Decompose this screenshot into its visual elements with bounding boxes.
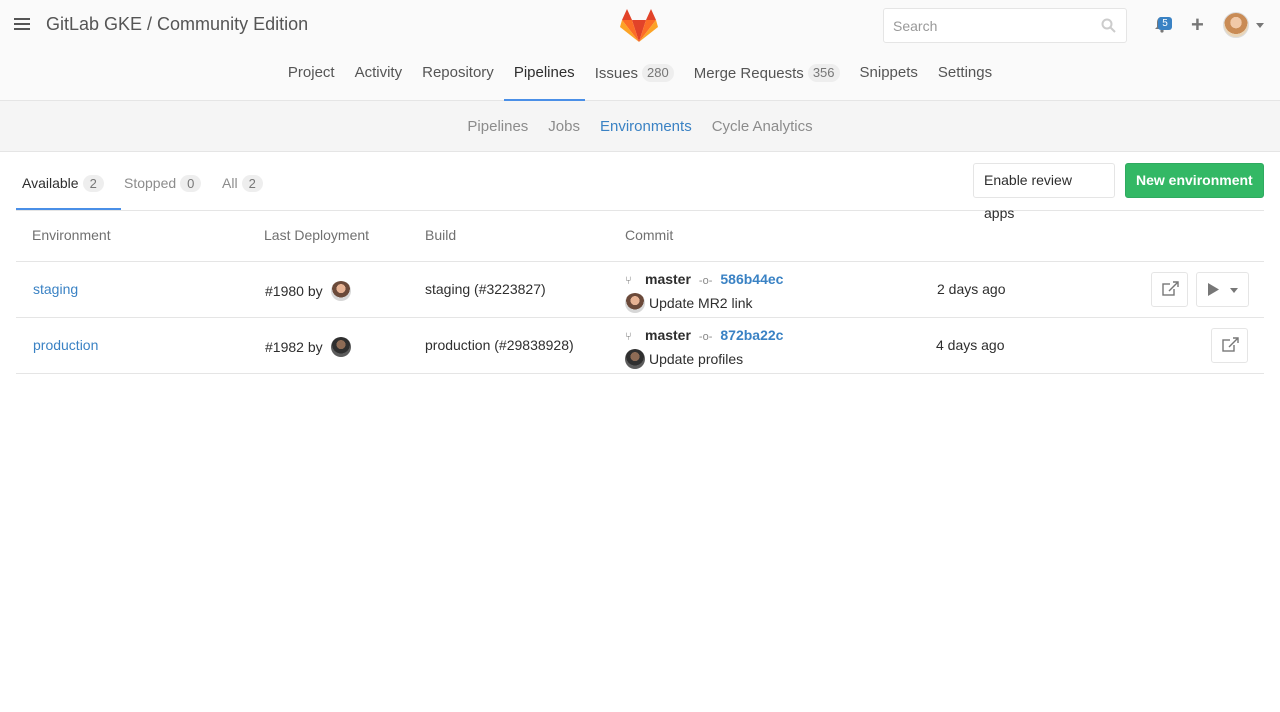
table-header: Environment Last Deployment Build Commit	[16, 211, 1264, 262]
commit-message[interactable]: Update profiles	[649, 351, 743, 367]
nav-repository[interactable]: Repository	[412, 54, 504, 101]
build-link[interactable]: production (#29838928)	[425, 337, 574, 353]
deployment-id: #1982	[265, 339, 304, 355]
user-avatar[interactable]	[1223, 12, 1249, 38]
nav-label: Snippets	[859, 64, 918, 81]
tab-label: Available	[22, 175, 79, 191]
commit-sha-link[interactable]: 586b44ec	[720, 271, 783, 287]
commit-message[interactable]: Update MR2 link	[649, 295, 753, 311]
nav-project[interactable]: Project	[278, 54, 345, 101]
deployer-avatar[interactable]	[330, 281, 351, 301]
branch-name[interactable]: master	[645, 327, 691, 343]
tab-count-badge: 0	[180, 175, 202, 192]
nav-label: Merge Requests	[693, 65, 804, 82]
deployment-by-label: by	[307, 339, 323, 355]
table-row: staging #1980 by staging (#3223827) ⑂ mas…	[16, 262, 1264, 318]
open-live-environment-button[interactable]	[1211, 328, 1248, 363]
search-input[interactable]	[884, 9, 1094, 42]
deployment-id: #1980	[265, 283, 304, 299]
notification-count-badge[interactable]: 5	[1158, 17, 1172, 30]
column-header-environment: Environment	[32, 227, 111, 243]
nav-label: Project	[287, 64, 335, 81]
tab-all[interactable]: All 2	[216, 153, 269, 210]
nav-pipelines[interactable]: Pipelines	[503, 54, 585, 101]
nav-label: Settings	[937, 64, 993, 81]
nav-label: Activity	[354, 64, 403, 81]
tab-count-badge: 2	[82, 175, 104, 192]
nav-label: Issues	[594, 65, 639, 82]
tab-count-badge: 2	[241, 175, 263, 192]
new-environment-button[interactable]: New environment	[1125, 163, 1264, 198]
manual-actions-dropdown-button[interactable]	[1196, 272, 1249, 307]
environment-scope-tabs: Available 2 Stopped 0 All 2 Enable review a…	[16, 153, 1264, 221]
deployment-by-label: by	[307, 283, 323, 299]
nav-snippets[interactable]: Snippets	[850, 54, 928, 101]
subnav-cycle-analytics[interactable]: Cycle Analytics	[702, 101, 823, 152]
gitlab-logo-icon[interactable]	[620, 8, 658, 46]
play-icon	[1208, 283, 1238, 296]
tab-label: All	[222, 175, 238, 191]
chevron-down-icon[interactable]	[1256, 23, 1264, 28]
nav-label: Pipelines	[513, 64, 575, 81]
table-row: production #1982 by production (#2983892…	[16, 318, 1264, 374]
nav-merge-requests[interactable]: Merge Requests 356	[684, 54, 850, 101]
commit-sha-link[interactable]: 872ba22c	[720, 327, 783, 343]
hamburger-menu-icon[interactable]	[14, 18, 32, 34]
commit-info: ⑂ master -o- 872ba22c Update profiles	[625, 324, 783, 370]
nav-label: Repository	[422, 64, 494, 81]
nav-activity[interactable]: Activity	[345, 54, 413, 101]
project-nav: Project Activity Repository Pipelines Is…	[0, 54, 1280, 101]
issues-count-badge: 280	[642, 64, 674, 82]
deployment-info: #1982 by	[265, 337, 351, 357]
tab-stopped[interactable]: Stopped 0	[118, 153, 207, 210]
tab-label: Stopped	[124, 175, 177, 191]
environment-name-link[interactable]: staging	[33, 281, 78, 297]
column-header-last-deployment: Last Deployment	[264, 227, 370, 243]
commit-icon: -o-	[698, 275, 713, 287]
pipelines-subnav: Pipelines Jobs Environments Cycle Analyt…	[0, 101, 1280, 152]
top-header: GitLab GKE / Community Edition 5 + Proje…	[0, 0, 1280, 101]
branch-icon: ⑂	[625, 331, 632, 343]
deployment-time: 4 days ago	[936, 337, 1005, 353]
nav-issues[interactable]: Issues 280	[585, 54, 684, 101]
branch-icon: ⑂	[625, 275, 632, 287]
nav-settings[interactable]: Settings	[928, 54, 1002, 101]
commit-author-avatar[interactable]	[625, 293, 645, 313]
enable-review-apps-button[interactable]: Enable review apps	[973, 163, 1115, 221]
plus-icon[interactable]: +	[1191, 14, 1204, 36]
deployment-info: #1980 by	[265, 281, 351, 301]
subnav-environments[interactable]: Environments	[590, 101, 702, 152]
subnav-jobs[interactable]: Jobs	[538, 101, 590, 152]
merge-requests-count-badge: 356	[807, 64, 840, 82]
tab-available[interactable]: Available 2	[16, 153, 121, 210]
deployment-time: 2 days ago	[937, 281, 1006, 297]
commit-author-avatar[interactable]	[625, 349, 645, 369]
environment-name-link[interactable]: production	[33, 337, 98, 353]
branch-name[interactable]: master	[645, 271, 691, 287]
subnav-pipelines[interactable]: Pipelines	[457, 101, 538, 152]
column-header-commit: Commit	[625, 227, 674, 243]
project-title[interactable]: GitLab GKE / Community Edition	[46, 14, 308, 35]
build-link[interactable]: staging (#3223827)	[425, 281, 546, 297]
column-header-build: Build	[425, 227, 457, 243]
commit-info: ⑂ master -o- 586b44ec Update MR2 link	[625, 268, 783, 314]
environments-table: Environment Last Deployment Build Commit…	[16, 211, 1264, 374]
commit-icon: -o-	[698, 331, 713, 343]
deployer-avatar[interactable]	[330, 337, 351, 357]
external-link-icon	[1162, 281, 1179, 296]
search-box	[883, 8, 1127, 43]
search-icon[interactable]	[1101, 18, 1116, 36]
open-live-environment-button[interactable]	[1151, 272, 1188, 307]
external-link-icon	[1222, 337, 1239, 352]
